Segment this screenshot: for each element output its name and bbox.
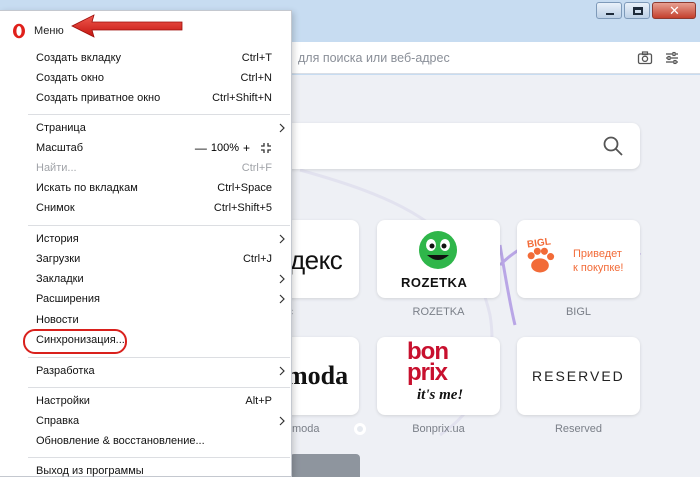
tile-bonprix[interactable]: bon prix it's me! bbox=[377, 337, 500, 415]
scroll-bar[interactable] bbox=[290, 454, 360, 477]
bonprix-logo-line-2: prix bbox=[407, 359, 448, 386]
bonprix-logo-line-3: it's me! bbox=[417, 387, 464, 403]
menu-item-shortcut: Ctrl+T bbox=[241, 52, 272, 64]
menu-item-developer[interactable]: Разработка bbox=[0, 362, 292, 382]
rozetka-logo: ROZETKA bbox=[401, 275, 468, 290]
menu-item-exit[interactable]: Выход из программы bbox=[0, 462, 292, 477]
search-icon[interactable] bbox=[602, 135, 624, 157]
menu-item-label: Страница bbox=[36, 122, 86, 134]
menu-item-update-recovery[interactable]: Обновление & восстановление... bbox=[0, 432, 292, 452]
annotation-highlight-sync bbox=[23, 329, 127, 354]
menu-separator bbox=[28, 114, 290, 115]
menu-separator bbox=[28, 387, 290, 388]
menu-item-search-tabs[interactable]: Искать по вкладкам Ctrl+Space bbox=[0, 179, 292, 199]
menu-item-settings[interactable]: Настройки Alt+P bbox=[0, 392, 292, 412]
menu-item-shortcut: Ctrl+Shift+N bbox=[212, 92, 272, 104]
submenu-arrow-icon bbox=[279, 234, 285, 244]
menu-separator bbox=[28, 457, 290, 458]
menu-item-label: Загрузки bbox=[36, 253, 81, 265]
zoom-value: 100% bbox=[210, 142, 239, 154]
submenu-arrow-icon bbox=[279, 274, 285, 284]
minimize-icon bbox=[606, 13, 614, 15]
tile-bigl[interactable]: BIGL Приведет к покупке! bbox=[517, 220, 640, 298]
menu-item-downloads[interactable]: Загрузки Ctrl+J bbox=[0, 250, 292, 270]
menu-item-snapshot[interactable]: Снимок Ctrl+Shift+5 bbox=[0, 199, 292, 219]
menu-item-help[interactable]: Справка bbox=[0, 412, 292, 432]
menu-item-find: Найти... Ctrl+F bbox=[0, 159, 292, 179]
menu-item-label: Создать приватное окно bbox=[36, 92, 161, 104]
menu-item-new-window[interactable]: Создать окно Ctrl+N bbox=[0, 69, 292, 89]
tile-caption-bigl: BIGL bbox=[565, 306, 592, 318]
opera-logo-icon bbox=[13, 23, 25, 39]
menu-item-page[interactable]: Страница bbox=[0, 119, 292, 139]
menu-item-shortcut: Ctrl+Space bbox=[217, 182, 272, 194]
menu-item-zoom: Масштаб — 100% + bbox=[0, 139, 292, 159]
lamoda-logo: moda bbox=[286, 361, 349, 390]
menu-item-bookmarks[interactable]: Закладки bbox=[0, 270, 292, 290]
settings-sliders-icon[interactable] bbox=[664, 50, 680, 66]
bigl-paw-icon bbox=[527, 247, 555, 273]
menu-item-shortcut: Ctrl+Shift+5 bbox=[213, 202, 272, 214]
menu-item-news[interactable]: Новости bbox=[0, 311, 292, 331]
tile-caption-bonprix: Bonprix.ua bbox=[412, 423, 465, 435]
rozetka-smile-icon bbox=[419, 231, 457, 269]
address-placeholder: для поиска или веб-адрес bbox=[298, 51, 450, 65]
tile-caption-reserved: Reserved bbox=[554, 423, 603, 435]
menu-item-label: Снимок bbox=[36, 202, 75, 214]
submenu-arrow-icon bbox=[279, 294, 285, 304]
zoom-controls: — 100% + bbox=[195, 141, 272, 155]
menu-item-shortcut: Ctrl+F bbox=[241, 162, 272, 174]
menu-title: Меню bbox=[34, 25, 64, 37]
menu-item-label: Новости bbox=[36, 314, 79, 326]
menu-item-shortcut: Alt+P bbox=[245, 395, 272, 407]
annotation-arrow bbox=[71, 14, 183, 38]
close-button[interactable]: ✕ bbox=[652, 2, 696, 19]
close-icon: ✕ bbox=[669, 3, 680, 18]
menu-separator bbox=[28, 225, 290, 226]
submenu-arrow-icon bbox=[279, 416, 285, 426]
menu-separator bbox=[28, 357, 290, 358]
maximize-button[interactable] bbox=[624, 2, 650, 19]
tile-caption-rozetka: ROZETKA bbox=[412, 306, 465, 318]
menu-item-label: Разработка bbox=[36, 365, 95, 377]
menu-item-label: Создать вкладку bbox=[36, 52, 122, 64]
menu-item-label: Справка bbox=[36, 415, 80, 427]
menu-item-history[interactable]: История bbox=[0, 230, 292, 250]
menu-item-label: Настройки bbox=[36, 395, 90, 407]
tile-caption-lamoda: moda bbox=[292, 423, 320, 435]
menu-item-new-tab[interactable]: Создать вкладку Ctrl+T bbox=[0, 49, 292, 69]
menu-item-label: Расширения bbox=[36, 293, 100, 305]
menu-item-label: Обновление & восстановление... bbox=[36, 435, 205, 447]
menu-item-label: Выход из программы bbox=[36, 465, 144, 477]
menu-item-label: Масштаб bbox=[36, 142, 84, 154]
fullscreen-icon[interactable] bbox=[260, 142, 272, 154]
menu-item-label: Искать по вкладкам bbox=[36, 182, 138, 194]
submenu-arrow-icon bbox=[279, 366, 285, 376]
opera-main-menu: Меню Создать вкладку Ctrl+T Создать окно… bbox=[0, 10, 292, 477]
bigl-tagline-2: к покупке! bbox=[573, 262, 624, 274]
menu-item-private-window[interactable]: Создать приватное окно Ctrl+Shift+N bbox=[0, 89, 292, 109]
page-indicator-dot[interactable] bbox=[354, 423, 366, 435]
camera-icon[interactable] bbox=[637, 50, 653, 66]
tile-reserved[interactable]: RESERVED bbox=[517, 337, 640, 415]
yandex-logo: декс bbox=[290, 245, 343, 275]
menu-item-label: Закладки bbox=[36, 273, 84, 285]
zoom-out-button[interactable]: — bbox=[195, 141, 207, 155]
menu-item-label: Найти... bbox=[36, 162, 77, 174]
minimize-button[interactable] bbox=[596, 2, 622, 19]
tile-rozetka[interactable]: ROZETKA bbox=[377, 220, 500, 298]
reserved-logo: RESERVED bbox=[532, 368, 625, 384]
menu-item-shortcut: Ctrl+N bbox=[240, 72, 272, 84]
speed-dial-search[interactable] bbox=[233, 123, 640, 169]
maximize-icon bbox=[633, 7, 643, 15]
submenu-arrow-icon bbox=[279, 123, 285, 133]
window-controls: ✕ bbox=[596, 2, 696, 19]
menu-item-shortcut: Ctrl+J bbox=[242, 253, 272, 265]
menu-item-extensions[interactable]: Расширения bbox=[0, 290, 292, 310]
menu-item-label: Создать окно bbox=[36, 72, 104, 84]
bigl-tagline-1: Приведет bbox=[573, 248, 622, 260]
menu-item-label: История bbox=[36, 233, 79, 245]
zoom-in-button[interactable]: + bbox=[243, 141, 250, 155]
